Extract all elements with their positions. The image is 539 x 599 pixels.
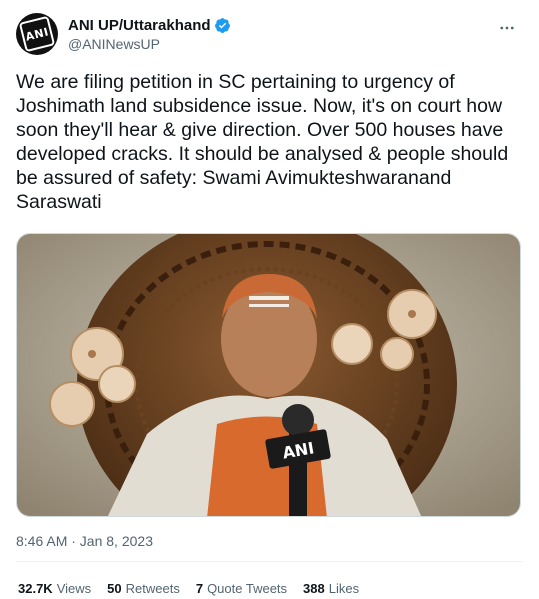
tweet-stats: 32.7K Views 50 Retweets 7 Quote Tweets 3… bbox=[18, 581, 375, 596]
retweets-label: Retweets bbox=[125, 581, 180, 596]
views-count: 32.7K bbox=[18, 581, 53, 596]
media-image: ANI bbox=[17, 234, 520, 516]
tweet-media[interactable]: ANI bbox=[16, 233, 521, 517]
tweet-header: ANI ANI UP/Uttarakhand @ANINewsUP bbox=[16, 12, 523, 56]
tweet-text: We are filing petition in SC pertaining … bbox=[16, 71, 509, 213]
likes-stat[interactable]: 388 Likes bbox=[303, 581, 359, 596]
quotes-stat[interactable]: 7 Quote Tweets bbox=[196, 581, 287, 596]
tweet: ANI ANI UP/Uttarakhand @ANINewsUP We are… bbox=[0, 0, 539, 599]
name-row: ANI UP/Uttarakhand bbox=[68, 17, 231, 34]
timestamp[interactable]: 8:46 AM · Jan 8, 2023 bbox=[16, 533, 153, 549]
quotes-label: Quote Tweets bbox=[207, 581, 288, 596]
likes-count: 388 bbox=[303, 581, 325, 596]
verified-badge-icon bbox=[214, 17, 230, 33]
views-label: Views bbox=[56, 581, 92, 596]
retweets-count: 50 bbox=[107, 581, 122, 596]
views-stat[interactable]: 32.7K Views bbox=[18, 581, 91, 596]
retweets-stat[interactable]: 50 Retweets bbox=[107, 581, 180, 596]
avatar[interactable]: ANI bbox=[16, 13, 58, 55]
quotes-count: 7 bbox=[195, 581, 204, 596]
avatar-text: ANI bbox=[24, 24, 50, 44]
author-info: ANI UP/Uttarakhand @ANINewsUP bbox=[68, 17, 231, 52]
display-name[interactable]: ANI UP/Uttarakhand bbox=[68, 17, 211, 34]
more-horizontal-icon[interactable] bbox=[495, 16, 519, 40]
likes-label: Likes bbox=[328, 581, 360, 596]
ani-logo: ANI bbox=[18, 15, 56, 53]
divider bbox=[16, 561, 523, 562]
handle[interactable]: @ANINewsUP bbox=[68, 36, 231, 52]
